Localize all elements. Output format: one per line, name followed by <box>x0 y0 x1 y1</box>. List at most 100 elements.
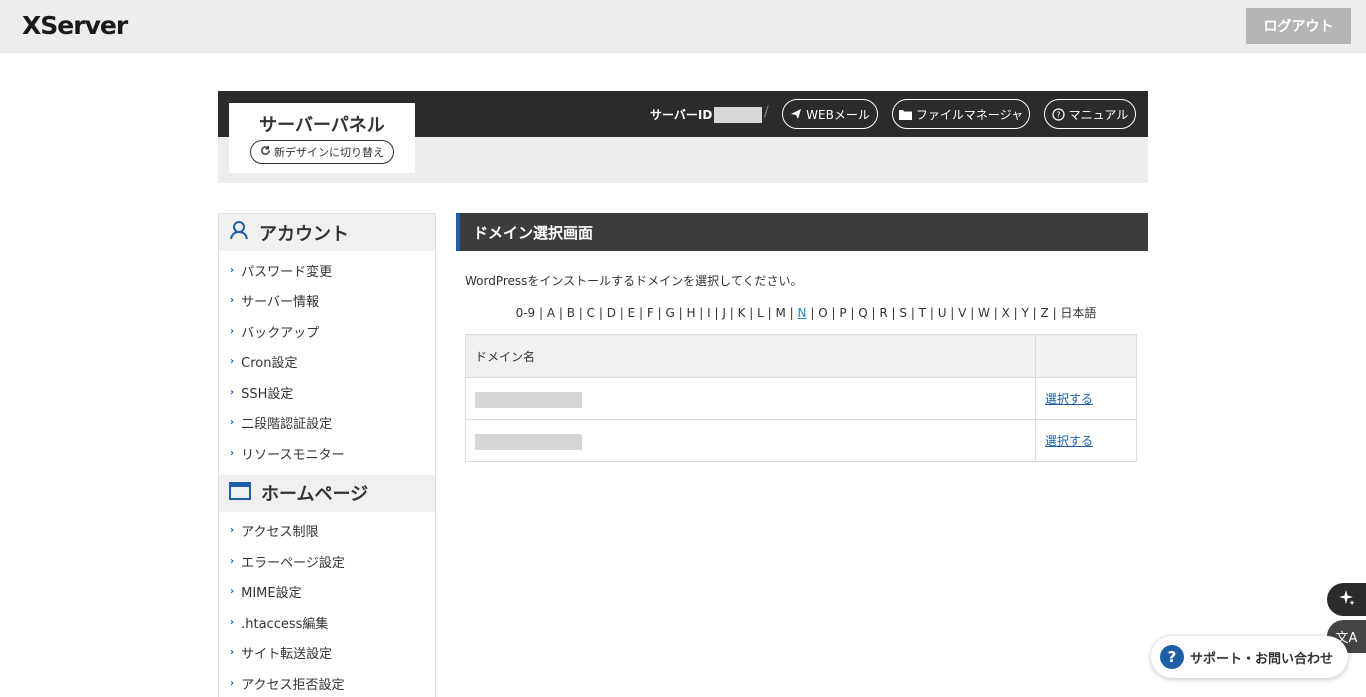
select-domain-link[interactable]: 選択する <box>1045 392 1093 406</box>
sidebar-item-backup[interactable]: › バックアップ <box>219 316 435 347</box>
alphabet-link-t[interactable]: T <box>919 306 926 320</box>
alphabet-link-japanese[interactable]: 日本語 <box>1060 306 1096 320</box>
sidebar-item-mime[interactable]: › MIME設定 <box>219 577 435 608</box>
action-cell: 選択する <box>1035 419 1137 462</box>
table-header-row: ドメイン名 <box>465 334 1137 378</box>
chevron-right-icon: › <box>230 325 235 337</box>
sidebar-item-label: アクセス拒否設定 <box>241 677 345 693</box>
alphabet-separator: | <box>1009 306 1022 320</box>
server-id-label: サーバーID <box>650 108 713 122</box>
sparkle-icon <box>1338 589 1356 611</box>
logout-button[interactable]: ログアウト <box>1246 8 1351 44</box>
refresh-icon <box>260 145 271 159</box>
sidebar-item-label: リソースモニター <box>241 447 345 463</box>
alphabet-separator: | <box>1048 306 1061 320</box>
domain-table: ドメイン名 選択する 選択する <box>465 334 1137 462</box>
alphabet-link-y[interactable]: Y <box>1022 306 1029 320</box>
sidebar-item-two-factor[interactable]: › 二段階認証設定 <box>219 408 435 439</box>
alphabet-separator: | <box>846 306 859 320</box>
support-contact-button[interactable]: ? サポート・お問い合わせ <box>1151 636 1348 678</box>
switch-design-button[interactable]: 新デザインに切り替え <box>250 140 394 164</box>
file-manager-button[interactable]: ファイルマネージャ <box>892 99 1030 129</box>
alphabet-separator: | <box>595 306 607 320</box>
sidebar-item-label: .htaccess編集 <box>241 616 329 632</box>
chevron-right-icon: › <box>230 647 235 659</box>
folder-icon <box>898 109 912 120</box>
xserver-logo[interactable]: XServer <box>22 11 128 40</box>
alphabet-link-n[interactable]: N <box>798 306 807 320</box>
alphabet-separator: | <box>907 306 919 320</box>
chevron-right-icon: › <box>230 555 235 567</box>
alphabet-separator: | <box>674 306 687 320</box>
webmail-button[interactable]: WEBメール <box>782 99 878 129</box>
sidebar-item-label: SSH設定 <box>241 386 294 402</box>
alphabet-separator: | <box>1028 306 1041 320</box>
alphabet-separator: | <box>867 306 880 320</box>
column-header-domain: ドメイン名 <box>465 334 1036 378</box>
sidebar-item-label: サイト転送設定 <box>241 647 333 663</box>
action-cell: 選択する <box>1035 377 1137 420</box>
alphabet-link-m[interactable]: M <box>776 306 786 320</box>
alphabet-link-f[interactable]: F <box>647 306 654 320</box>
ai-assistant-button[interactable] <box>1327 583 1366 616</box>
alphabet-link-q[interactable]: Q <box>858 306 867 320</box>
manual-button[interactable]: ? マニュアル <box>1044 99 1136 129</box>
alphabet-link-a[interactable]: A <box>547 306 555 320</box>
panel-title-box: サーバーパネル 新デザインに切り替え <box>229 103 415 173</box>
chevron-right-icon: › <box>230 586 235 598</box>
alphabet-separator: | <box>763 306 776 320</box>
alphabet-separator: | <box>989 306 1002 320</box>
panel-title: サーバーパネル <box>259 115 385 136</box>
help-icon: ? <box>1160 645 1184 669</box>
sidebar-item-cron[interactable]: › Cron設定 <box>219 347 435 378</box>
sidebar-item-htaccess[interactable]: › .htaccess編集 <box>219 607 435 638</box>
sidebar-item-ssh[interactable]: › SSH設定 <box>219 377 435 408</box>
alphabet-separator: | <box>574 306 587 320</box>
alphabet-filter: 0-9 | A | B | C | D | E | F | G | H | I … <box>456 304 1156 321</box>
sidebar-item-redirect[interactable]: › サイト転送設定 <box>219 638 435 669</box>
alphabet-link-g[interactable]: G <box>665 306 674 320</box>
alphabet-link-l[interactable]: L <box>757 306 764 320</box>
alphabet-separator: | <box>806 306 819 320</box>
help-circle-icon: ? <box>1052 107 1065 121</box>
alphabet-link-c[interactable]: C <box>587 306 595 320</box>
chevron-right-icon: › <box>230 447 235 459</box>
domain-name-cell <box>465 377 1036 420</box>
sidebar-item-access-restriction[interactable]: › アクセス制限 <box>219 516 435 547</box>
select-domain-link[interactable]: 選択する <box>1045 434 1093 448</box>
sidebar-item-label: Cron設定 <box>241 356 298 372</box>
alphabet-link-0-9[interactable]: 0-9 <box>516 306 536 320</box>
alphabet-separator: | <box>535 306 547 320</box>
chevron-right-icon: › <box>230 417 235 429</box>
switch-design-label: 新デザインに切り替え <box>274 146 384 159</box>
alphabet-link-r[interactable]: R <box>879 306 887 320</box>
sidebar-item-error-page[interactable]: › エラーページ設定 <box>219 546 435 577</box>
chevron-right-icon: › <box>230 677 235 689</box>
panel-header: サーバーパネル 新デザインに切り替え サーバーID / WEBメール ファイルマ… <box>218 91 1148 183</box>
alphabet-link-b[interactable]: B <box>567 306 575 320</box>
alphabet-separator: | <box>710 306 723 320</box>
chevron-right-icon: › <box>230 295 235 307</box>
webmail-label: WEBメール <box>806 107 870 122</box>
alphabet-separator: | <box>695 306 708 320</box>
alphabet-link-d[interactable]: D <box>607 306 616 320</box>
chevron-right-icon: › <box>230 525 235 537</box>
user-icon <box>229 220 249 245</box>
sidebar-item-server-info[interactable]: › サーバー情報 <box>219 286 435 317</box>
sidebar-item-resource-monitor[interactable]: › リソースモニター <box>219 438 435 469</box>
sidebar-item-label: パスワード変更 <box>241 264 333 280</box>
alphabet-link-w[interactable]: W <box>978 306 990 320</box>
alphabet-link-s[interactable]: S <box>899 306 907 320</box>
sidebar-item-label: アクセス制限 <box>241 525 319 541</box>
column-header-action <box>1035 334 1137 378</box>
alphabet-link-x[interactable]: X <box>1002 306 1010 320</box>
alphabet-link-o[interactable]: O <box>818 306 827 320</box>
alphabet-link-p[interactable]: P <box>839 306 846 320</box>
sidebar-item-password[interactable]: › パスワード変更 <box>219 255 435 286</box>
sidebar-item-label: MIME設定 <box>241 586 302 602</box>
page-title: ドメイン選択画面 <box>456 213 1148 251</box>
alphabet-link-z[interactable]: Z <box>1041 306 1049 320</box>
alphabet-separator: | <box>946 306 959 320</box>
sidebar-item-access-deny[interactable]: › アクセス拒否設定 <box>219 668 435 697</box>
header-separator: / <box>764 104 769 120</box>
